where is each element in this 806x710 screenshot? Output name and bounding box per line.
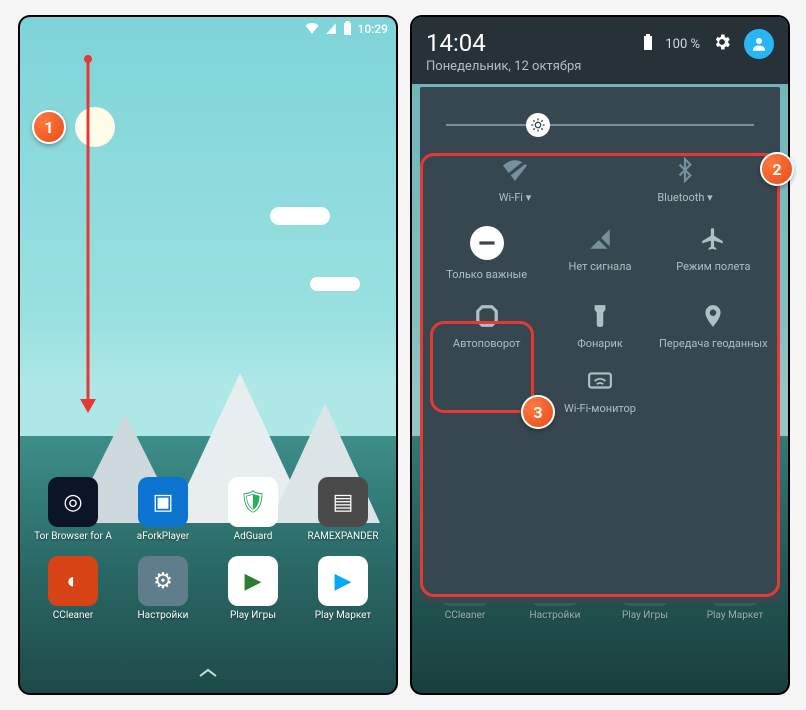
app-label: Play Игры [622, 610, 668, 621]
app-settings[interactable]: ⚙ Настройки [118, 556, 208, 621]
qs-header: 14:04 Понедельник, 12 октября 100 % [412, 17, 788, 84]
app-icon: ▶ [228, 556, 278, 606]
brightness-track [446, 124, 754, 126]
qs-date: Понедельник, 12 октября [426, 59, 581, 74]
status-time: 10:29 [358, 22, 388, 36]
app-ccleaner[interactable]: ◐ CCleaner [28, 556, 118, 621]
highlight-box-dnd [430, 321, 534, 413]
callout-badge-2: 2 [760, 152, 794, 186]
phone-left: 10:29 ◎ Tor Browser for A ▣ aForkPlayer 🛡 AdG… [18, 15, 398, 695]
app-label: Play Игры [230, 610, 276, 621]
app-icon: ⚙ [138, 556, 188, 606]
app-tor[interactable]: ◎ Tor Browser for A [28, 477, 118, 542]
brightness-slider[interactable] [446, 111, 754, 139]
cloud-graphic [270, 207, 330, 225]
cell-status-icon [325, 22, 337, 37]
app-icon: ▤ [318, 477, 368, 527]
app-label: Play Маркет [707, 610, 764, 621]
app-icon: ▶ [318, 556, 368, 606]
app-label: Настройки [530, 610, 581, 621]
brightness-thumb-icon[interactable] [526, 113, 550, 137]
app-playmarket[interactable]: ▶ Play Маркет [298, 556, 388, 621]
app-label: AdGuard [234, 531, 273, 542]
app-playgames[interactable]: ▶ Play Игры [208, 556, 298, 621]
app-icon: ◎ [48, 477, 98, 527]
battery-icon [643, 34, 653, 54]
app-label: Play Маркет [315, 610, 372, 621]
callout-badge-1: 1 [32, 110, 66, 144]
app-label: CCleaner [53, 610, 93, 621]
app-icon: 🛡 [228, 477, 278, 527]
qs-time: 14:04 [426, 29, 581, 57]
app-label: RAMEXPANDER [307, 531, 378, 542]
battery-status-icon [343, 21, 352, 38]
app-drawer-handle-icon[interactable] [197, 664, 219, 683]
app-icon: ▣ [138, 477, 188, 527]
settings-gear-icon[interactable] [712, 32, 732, 56]
app-icon: ◐ [48, 556, 98, 606]
phone-right: CCleaner Настройки Play Игры Play Маркет 14… [410, 15, 790, 695]
swipe-down-arrow [78, 55, 98, 415]
home-apps-grid[interactable]: ◎ Tor Browser for A ▣ aForkPlayer 🛡 AdGuard ▤ R… [20, 477, 396, 621]
app-label: aForkPlayer [137, 531, 190, 542]
app-label: Настройки [138, 610, 189, 621]
app-label: CCleaner [445, 610, 485, 621]
user-avatar[interactable] [744, 29, 774, 59]
app-adguard[interactable]: 🛡 AdGuard [208, 477, 298, 542]
cloud-graphic [310, 277, 360, 291]
status-bar: 10:29 [20, 17, 396, 41]
app-aforkplayer[interactable]: ▣ aForkPlayer [118, 477, 208, 542]
wifi-status-icon [305, 22, 319, 37]
callout-badge-3: 3 [521, 395, 555, 429]
app-ramexpander[interactable]: ▤ RAMEXPANDER [298, 477, 388, 542]
battery-pct: 100 % [665, 37, 700, 52]
app-label: Tor Browser for A [34, 531, 112, 542]
